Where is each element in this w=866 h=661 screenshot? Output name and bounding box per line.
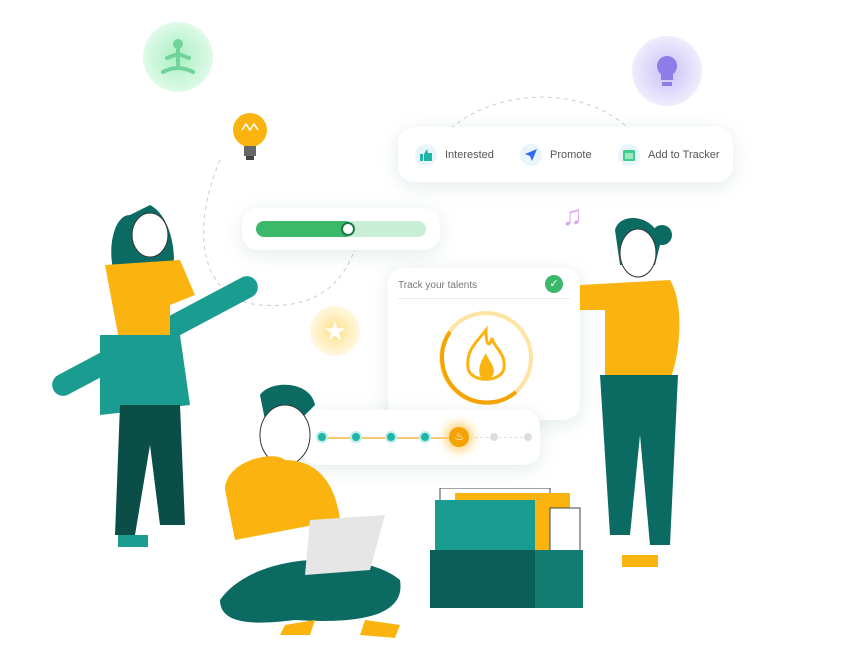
man-with-laptop-illustration [220, 384, 401, 638]
progress-handle[interactable] [340, 222, 355, 236]
star-icon: ★ [310, 306, 360, 356]
fire-ring-icon [439, 311, 533, 405]
file-box-illustration [430, 488, 583, 608]
step-current-fire-icon[interactable]: ♨ [449, 427, 470, 447]
thumbs-up-icon [415, 144, 437, 166]
step-dot[interactable] [421, 433, 429, 441]
lightbulb-glow-icon [632, 36, 702, 106]
add-to-tracker-label: Add to Tracker [648, 149, 720, 161]
promote-button[interactable]: Promote [520, 144, 592, 166]
talent-tracker-card: Track your talents ✓ [388, 268, 580, 420]
promote-label: Promote [550, 149, 592, 161]
send-icon [520, 144, 542, 166]
actions-card: Interested Promote Add to Tracker [398, 127, 733, 182]
tracker-title: Track your talents [398, 280, 478, 291]
progress-bar[interactable] [256, 221, 426, 237]
lightbulb-icon [233, 113, 267, 160]
clipboard-icon [618, 144, 640, 166]
divider [398, 298, 570, 299]
step-connector [493, 437, 528, 438]
meditation-icon [143, 22, 213, 92]
interested-label: Interested [445, 149, 494, 161]
step-dot[interactable] [489, 433, 498, 441]
step-dot[interactable] [524, 433, 532, 441]
interested-button[interactable]: Interested [415, 144, 494, 166]
add-to-tracker-button[interactable]: Add to Tracker [618, 144, 720, 166]
